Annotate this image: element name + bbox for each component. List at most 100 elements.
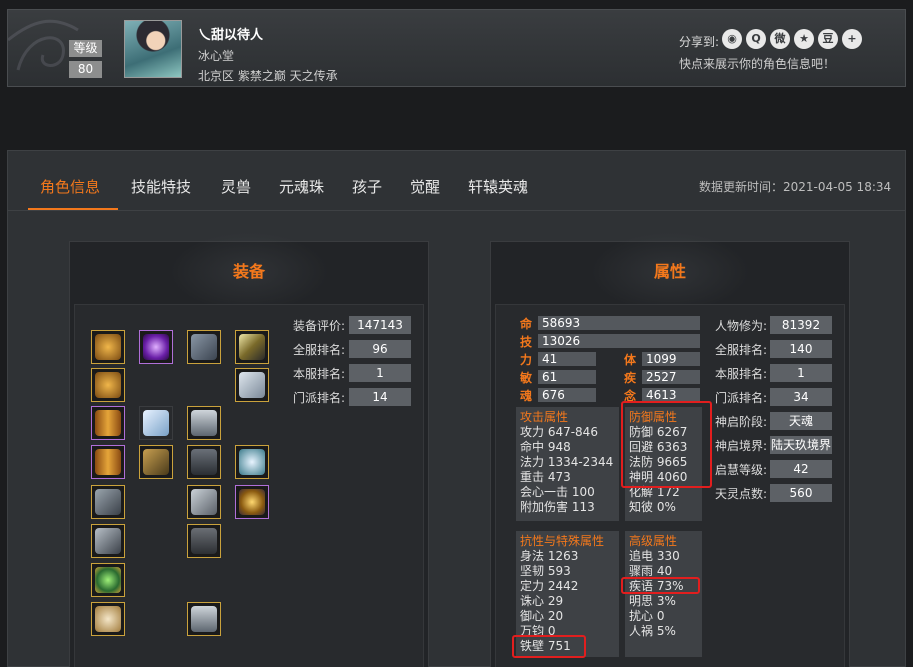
stat-label: 装备评价: — [293, 318, 346, 333]
equipment-slot[interactable] — [187, 524, 221, 558]
base-stat-key: 疾 — [624, 370, 637, 385]
character-name: 乀甜以待人 — [198, 28, 264, 43]
equipment-slot[interactable] — [91, 524, 125, 558]
stat-label: 本服排名: — [293, 366, 346, 381]
active-tab-underline — [28, 208, 118, 210]
right-stat-row: 神启阶段: 天魂 — [715, 412, 832, 430]
attributes-panel: 属性 命 58693 技 13026 力 41 体 1099 敏 61 疾 25… — [490, 232, 850, 667]
equipment-slot[interactable] — [235, 368, 269, 402]
attack-line: 法力 1334-2344 — [520, 455, 614, 469]
equipment-slot[interactable] — [187, 406, 221, 440]
equipment-slot[interactable] — [235, 445, 269, 479]
equipment-slot[interactable] — [91, 602, 125, 636]
right-stat-value: 1 — [770, 364, 832, 382]
attack-line: 攻力 647-846 — [520, 425, 598, 439]
right-stat-label: 启慧等级: — [715, 462, 768, 477]
equipment-inner: 装备评价: 147143 全服排名: 96 本服排名: 1 门派排名: 14 — [74, 304, 424, 667]
equipment-slot[interactable] — [91, 485, 125, 519]
base-stat-value: 13026 — [538, 334, 700, 348]
right-stat-label: 人物修为: — [715, 318, 768, 333]
right-stat-row: 本服排名: 1 — [715, 364, 832, 382]
base-stat-value: 41 — [538, 352, 596, 366]
tab-pets[interactable]: 灵兽 — [221, 176, 251, 197]
stat-value: 96 — [349, 340, 411, 358]
base-stat-mp: 技 13026 — [520, 334, 700, 349]
base-stat-key: 魂 — [520, 388, 533, 403]
tab-xuanyuan-heroes[interactable]: 轩辕英魂 — [468, 176, 528, 197]
base-stat-key: 体 — [624, 352, 637, 367]
equipment-slot[interactable] — [91, 563, 125, 597]
advanced-header: 高级属性 — [629, 534, 678, 548]
equipment-sect-rank-row: 门派排名: 14 — [293, 388, 411, 406]
base-stat-value: 4613 — [642, 388, 700, 402]
equipment-score-row: 装备评价: 147143 — [293, 316, 411, 334]
right-stat-value: 140 — [770, 340, 832, 358]
more-icon[interactable]: + — [842, 29, 862, 49]
right-stat-label: 本服排名: — [715, 366, 768, 381]
douban-icon[interactable]: 豆 — [818, 29, 838, 49]
tab-character-info[interactable]: 角色信息 — [40, 176, 100, 197]
right-stat-value: 天魂 — [770, 412, 832, 430]
qq-icon[interactable]: Q — [746, 29, 766, 49]
attributes-inner: 命 58693 技 13026 力 41 体 1099 敏 61 疾 2527 … — [495, 304, 845, 667]
defense-line: 知彼 0% — [629, 500, 676, 514]
tab-awakening[interactable]: 觉醒 — [410, 176, 440, 197]
wechat-icon[interactable]: ◉ — [722, 29, 742, 49]
right-stat-value: 560 — [770, 484, 832, 502]
equipment-slot[interactable] — [91, 445, 125, 479]
right-stat-row: 门派排名: 34 — [715, 388, 832, 406]
share-icons: ◉ Q 微 ★ 豆 + — [722, 29, 862, 49]
base-stat-key: 力 — [520, 352, 533, 367]
character-sect: 冰心堂 — [198, 49, 235, 63]
equipment-slot[interactable] — [187, 445, 221, 479]
base-stat-value: 58693 — [538, 316, 700, 330]
base-stat-pair: 敏 61 疾 2527 — [520, 370, 700, 385]
update-time: 数据更新时间：2021-04-05 18:34 — [699, 180, 892, 194]
equipment-slot[interactable] — [235, 330, 269, 364]
right-stat-row: 神启境界: 陆天玖境界 — [715, 436, 832, 454]
equipment-slot[interactable] — [187, 330, 221, 364]
cloud-ornament — [8, 19, 79, 71]
character-avatar — [124, 20, 182, 78]
qzone-icon[interactable]: ★ — [794, 29, 814, 49]
attack-line: 重击 473 — [520, 470, 571, 484]
base-stat-value: 1099 — [642, 352, 700, 366]
attack-header: 攻击属性 — [520, 410, 569, 424]
equipment-slot[interactable] — [139, 445, 173, 479]
equipment-slot[interactable] — [187, 602, 221, 636]
right-stat-label: 门派排名: — [715, 390, 768, 405]
base-stat-key: 技 — [520, 334, 533, 349]
resist-line: 诛心 29 — [520, 594, 564, 608]
advanced-line: 人祸 5% — [629, 624, 676, 638]
equipment-slot[interactable] — [91, 368, 125, 402]
equipment-slot[interactable] — [187, 485, 221, 519]
character-server: 北京区 紫禁之巅 天之传承 — [198, 69, 338, 83]
stat-value: 147143 — [349, 316, 411, 334]
advanced-attributes: 高级属性 追电 330 骤雨 40 疾语 73% 明思 3% 扰心 0 人祸 5… — [625, 531, 702, 657]
equipment-slot[interactable] — [91, 406, 125, 440]
base-stat-pair: 魂 676 念 4613 — [520, 388, 700, 403]
tab-children[interactable]: 孩子 — [352, 176, 382, 197]
right-stat-value: 34 — [770, 388, 832, 406]
tab-skills[interactable]: 技能特技 — [131, 176, 191, 197]
stat-label: 全服排名: — [293, 342, 346, 357]
right-stat-label: 神启境界: — [715, 438, 768, 453]
right-stat-value: 42 — [770, 460, 832, 478]
right-stat-label: 全服排名: — [715, 342, 768, 357]
base-stat-pair: 力 41 体 1099 — [520, 352, 700, 367]
equipment-slot[interactable] — [139, 330, 173, 364]
tab-soul-beads[interactable]: 元魂珠 — [279, 176, 324, 197]
weibo-icon[interactable]: 微 — [770, 29, 790, 49]
equipment-slot[interactable] — [235, 485, 269, 519]
equipment-panel: 装备 装备评价: 147143 全服排名: 96 本服排名: 1 门派排名: 1… — [69, 232, 429, 667]
character-header: 等级 80 乀甜以待人 冰心堂 北京区 紫禁之巅 天之传承 分享到: ◉ Q 微… — [7, 9, 906, 87]
right-stat-value: 陆天玖境界 — [770, 436, 832, 454]
resist-line: 定力 2442 — [520, 579, 579, 593]
equipment-slot[interactable] — [91, 330, 125, 364]
advanced-line: 扰心 0 — [629, 609, 665, 623]
right-stat-row: 人物修为: 81392 — [715, 316, 832, 334]
right-stat-value: 81392 — [770, 316, 832, 334]
advanced-line: 明思 3% — [629, 594, 676, 608]
attributes-title: 属性 — [653, 262, 686, 281]
equipment-slot[interactable] — [139, 406, 173, 440]
